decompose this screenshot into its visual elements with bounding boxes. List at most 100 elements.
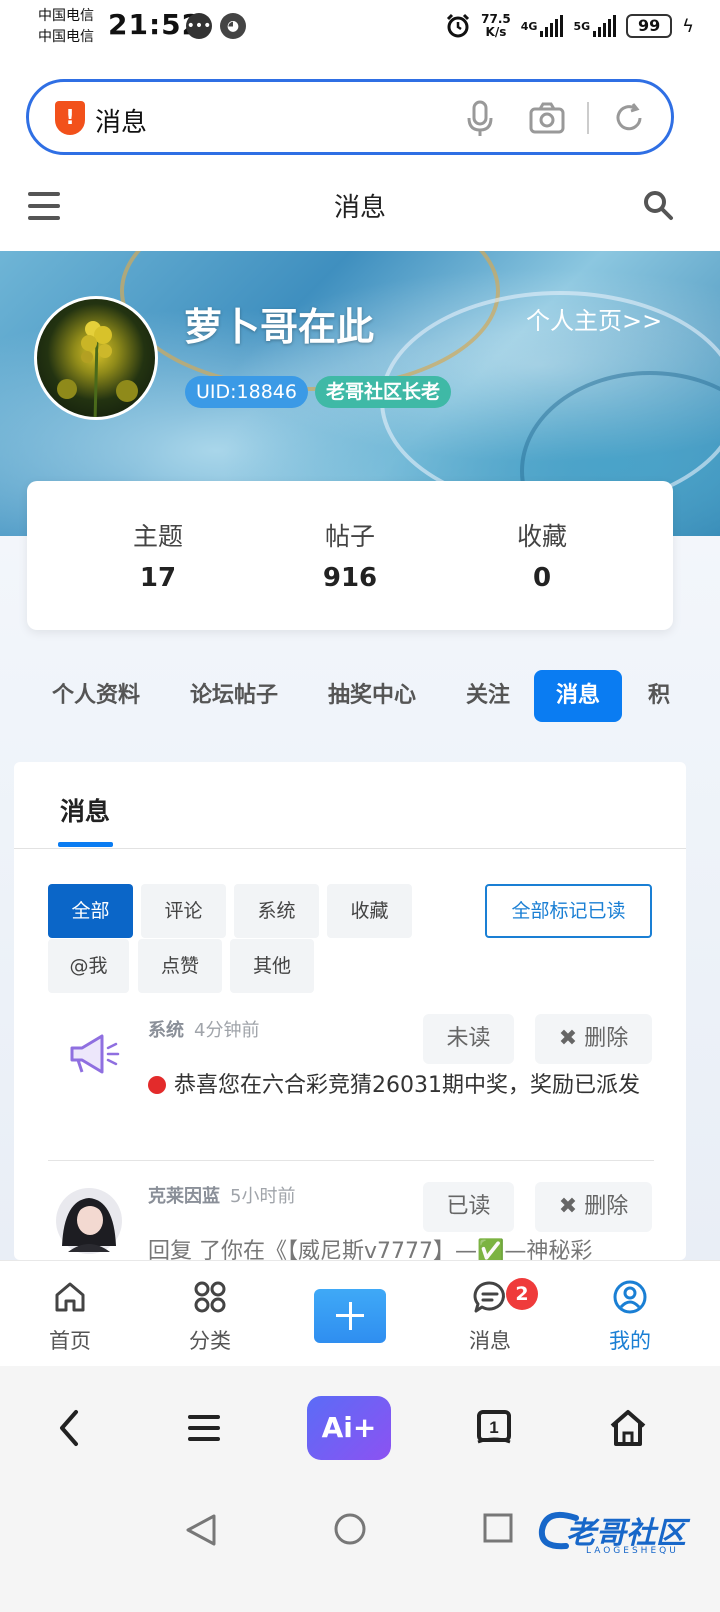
status-right: 77.5 K/s 4G 5G 99 ϟ	[445, 10, 694, 42]
uid-badge: UID:18846	[185, 376, 308, 408]
message-meta: 系统 4分钟前	[148, 1016, 259, 1042]
back-icon[interactable]	[50, 1408, 90, 1448]
avatar[interactable]	[34, 296, 158, 420]
browser-address-bar[interactable]: ! 消息	[26, 79, 674, 155]
tabs-count: 1	[489, 1418, 498, 1437]
tab-lottery[interactable]: 抽奖中心	[328, 670, 416, 722]
message-time: 5小时前	[230, 1186, 296, 1207]
stat-label: 主题	[132, 522, 183, 551]
message-item[interactable]: 克莱因蓝 5小时前 已读 ✖ 删除 回复 了你在《【威尼斯v7777】—✅—神秘彩	[48, 1178, 654, 1260]
rank-badge: 老哥社区长老	[315, 376, 452, 408]
watermark-subtext: LAOGESHEQU	[586, 1546, 679, 1556]
panel-title[interactable]: 消息	[60, 792, 110, 828]
message-body: 恭喜您在六合彩竞猜26031期中奖，奖励已派发	[148, 1068, 646, 1103]
item-divider	[48, 1160, 654, 1161]
charging-icon: ϟ	[682, 15, 694, 37]
filter-favorites[interactable]: 收藏	[327, 884, 412, 938]
grid-icon	[194, 1281, 226, 1313]
home-icon	[55, 1282, 85, 1312]
nav-label: 首页	[49, 1329, 91, 1353]
message-sender: 克莱因蓝	[148, 1186, 220, 1207]
profile-tabs: 个人资料 论坛帖子 抽奖中心 关注 消息 积	[0, 670, 720, 722]
nav-label: 消息	[469, 1329, 511, 1353]
user-circle-icon	[613, 1280, 647, 1314]
microphone-icon[interactable]	[465, 100, 495, 138]
nav-label: 分类	[189, 1329, 231, 1353]
search-icon[interactable]	[642, 189, 674, 221]
browser-menu-icon[interactable]	[184, 1408, 224, 1448]
panel-divider	[14, 848, 686, 849]
address-bar-divider	[587, 102, 589, 134]
tabs-icon[interactable]: 1	[474, 1408, 514, 1448]
alarm-icon	[447, 13, 470, 38]
message-text: 恭喜您在六合彩竞猜26031期中奖，奖励已派发	[174, 1073, 640, 1098]
message-count-badge: 2	[506, 1278, 538, 1310]
stat-topics[interactable]: 主题 17	[68, 517, 248, 593]
message-body: 回复 了你在《【威尼斯v7777】—✅—神秘彩	[148, 1239, 593, 1260]
delete-button[interactable]: ✖ 删除	[535, 1182, 652, 1232]
user-avatar-icon	[56, 1188, 122, 1254]
system-recents-icon[interactable]	[482, 1512, 514, 1544]
mark-all-read-button[interactable]: 全部标记已读	[485, 884, 652, 938]
filter-comments[interactable]: 评论	[141, 884, 226, 938]
carrier-info: 中国电信 中国电信	[38, 6, 94, 48]
wechat-icon: ◕	[220, 13, 246, 39]
profile-homepage-link[interactable]: 个人主页>>	[526, 301, 662, 336]
ai-assistant-button[interactable]: Ai+	[307, 1396, 391, 1460]
add-post-button[interactable]	[314, 1289, 386, 1343]
nav-me[interactable]: 我的	[585, 1279, 675, 1355]
filter-other[interactable]: 其他	[230, 939, 314, 993]
browser-home-icon[interactable]	[608, 1408, 648, 1448]
stat-posts[interactable]: 帖子 916	[260, 517, 440, 593]
red-dot-icon	[148, 1076, 166, 1094]
stats-card: 主题 17 帖子 916 收藏 0	[27, 481, 673, 630]
refresh-icon[interactable]	[613, 102, 645, 134]
filter-system[interactable]: 系统	[234, 884, 319, 938]
system-nav-bar: 老哥社区 LAOGESHEQU	[0, 1490, 720, 1612]
system-home-icon[interactable]	[333, 1512, 367, 1546]
message-sender: 系统	[148, 1020, 184, 1041]
stat-value: 17	[139, 563, 177, 593]
delete-button[interactable]: ✖ 删除	[535, 1014, 652, 1064]
chat-notification-icon: •••	[186, 13, 212, 39]
camera-icon[interactable]	[529, 102, 565, 134]
battery-indicator: 99	[626, 14, 673, 38]
page-header: 消息	[0, 165, 720, 251]
filter-likes[interactable]: 点赞	[138, 939, 222, 993]
stat-favorites[interactable]: 收藏 0	[452, 517, 632, 593]
messages-panel: 消息 全部 评论 系统 收藏 全部标记已读 @我 点赞 其他 系统 4分钟前 未读…	[14, 762, 686, 1260]
signal-2: 5G	[573, 15, 617, 37]
filter-all[interactable]: 全部	[48, 884, 133, 938]
username: 萝卜哥在此	[184, 305, 375, 349]
signal-1: 4G	[521, 15, 564, 37]
browser-toolbar: Ai+ 1	[0, 1366, 720, 1490]
carrier-1: 中国电信	[38, 8, 94, 24]
site-watermark: 老哥社区 LAOGESHEQU	[536, 1504, 696, 1564]
security-shield-icon: !	[55, 101, 85, 135]
tab-forum-posts[interactable]: 论坛帖子	[190, 670, 278, 722]
page-title: 消息	[333, 193, 386, 223]
stat-value: 0	[532, 563, 552, 593]
stat-value: 916	[322, 563, 378, 593]
network-type-1: 4G	[520, 19, 538, 33]
tab-messages[interactable]: 消息	[534, 670, 623, 722]
read-button[interactable]: 已读	[423, 1182, 514, 1232]
net-speed-unit: K/s	[485, 25, 507, 39]
message-meta: 克莱因蓝 5小时前	[148, 1182, 295, 1208]
nav-home[interactable]: 首页	[25, 1279, 115, 1355]
signal-bars-icon	[540, 15, 564, 37]
network-type-2: 5G	[573, 19, 591, 33]
unread-button[interactable]: 未读	[423, 1014, 514, 1064]
stat-label: 收藏	[516, 522, 567, 551]
address-bar-text: 消息	[95, 108, 148, 138]
tab-profile[interactable]: 个人资料	[52, 670, 140, 722]
stat-label: 帖子	[324, 522, 375, 551]
net-speed: 77.5 K/s	[481, 13, 511, 39]
tab-follow[interactable]: 关注	[466, 670, 510, 722]
filter-mentions[interactable]: @我	[48, 939, 129, 993]
message-item[interactable]: 系统 4分钟前 未读 ✖ 删除 恭喜您在六合彩竞猜26031期中奖，奖励已派发	[48, 1010, 654, 1160]
tab-points[interactable]: 积	[648, 670, 670, 722]
nav-label: 我的	[609, 1329, 651, 1353]
nav-category[interactable]: 分类	[165, 1279, 255, 1355]
system-back-icon[interactable]	[184, 1512, 218, 1548]
